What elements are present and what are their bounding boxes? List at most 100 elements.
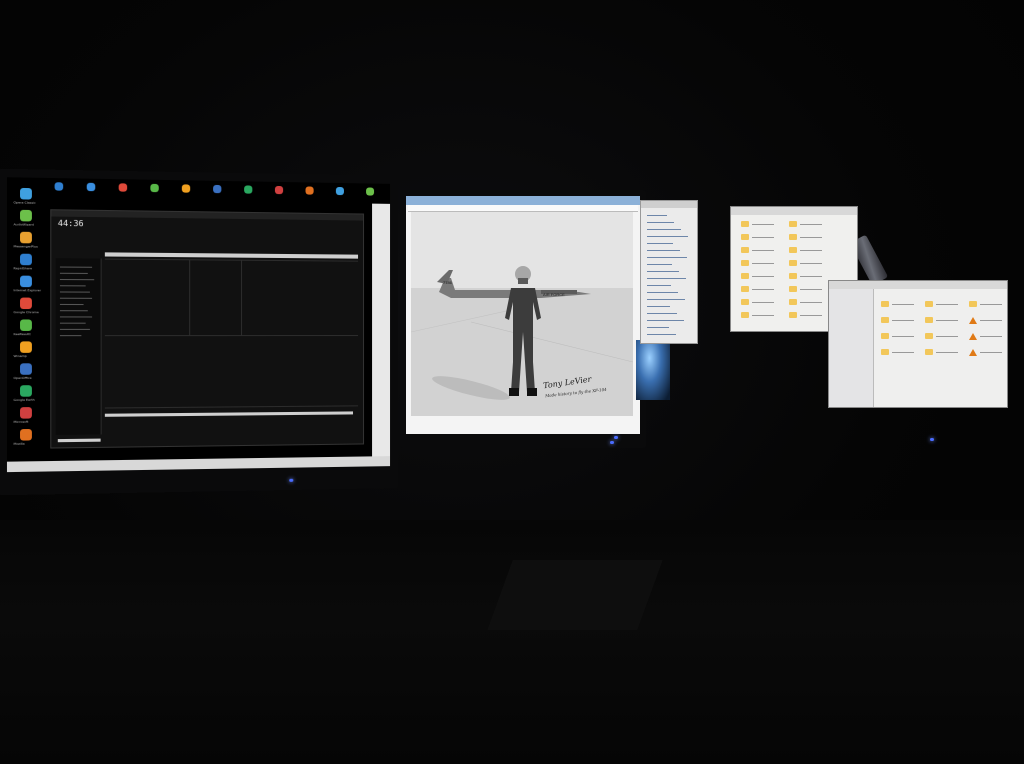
sidebar-item[interactable] [59,335,82,337]
folder-icon[interactable] [741,221,749,227]
file-explorer-window-lower[interactable] [828,280,1008,408]
desktop-icon[interactable] [20,319,32,331]
folder-icon[interactable] [741,286,749,292]
sidebar-item[interactable] [59,328,90,330]
sidebar-item[interactable] [59,291,90,293]
folder-icon[interactable] [741,312,749,318]
browser-tab-strip[interactable] [406,196,640,205]
list-item[interactable] [647,222,674,223]
folder-icon[interactable] [881,349,889,355]
list-item[interactable] [647,264,672,265]
sidebar-item[interactable] [59,310,88,312]
desktop-icon[interactable] [20,341,32,353]
list-item[interactable] [647,229,681,230]
desktop-icon-label: Google Earth [13,397,35,403]
folder-icon[interactable] [789,286,797,292]
folder-icon[interactable] [741,273,749,279]
media-player-window[interactable]: 44:36 [50,209,365,449]
sidebar-item[interactable] [59,285,86,287]
sidebar-item[interactable] [59,322,86,324]
desktop-icon[interactable] [244,185,253,194]
list-item[interactable] [647,278,686,279]
sidebar-item[interactable] [59,266,93,268]
folder-icon[interactable] [789,247,797,253]
power-led [289,478,294,482]
file-name [752,302,774,303]
list-item[interactable] [647,243,673,244]
folder-icon[interactable] [881,317,889,323]
list-item[interactable] [647,299,685,300]
folder-icon[interactable] [789,312,797,318]
sidebar-item[interactable] [59,272,88,274]
list-item[interactable] [647,313,677,314]
folder-icon[interactable] [925,301,933,307]
desktop-icon[interactable] [20,428,32,441]
list-item[interactable] [647,215,667,216]
folder-icon[interactable] [925,349,933,355]
folder-icon[interactable] [741,260,749,266]
sidebar-item[interactable] [59,316,93,318]
desktop-icon[interactable] [54,182,64,191]
desktop-icon[interactable] [20,363,32,375]
list-item[interactable] [647,327,669,328]
navigation-pane[interactable] [829,289,874,407]
desktop-icon[interactable] [366,187,375,196]
folder-icon[interactable] [741,299,749,305]
sidebar-item[interactable] [59,278,95,281]
player-title-bar[interactable] [51,210,364,221]
folder-icon[interactable] [881,301,889,307]
desktop-icon[interactable] [20,187,32,200]
list-item[interactable] [647,271,679,272]
vlc-file-icon[interactable] [969,317,977,324]
desktop-icon[interactable] [274,185,284,195]
folder-icon[interactable] [925,317,933,323]
vlc-file-icon[interactable] [969,333,977,340]
player-library-sidebar[interactable] [55,258,102,435]
folder-icon[interactable] [789,273,797,279]
list-item[interactable] [647,292,678,293]
folder-icon[interactable] [969,301,977,307]
desktop-icon[interactable] [20,209,32,222]
list-item[interactable] [647,320,684,321]
folder-icon[interactable] [741,247,749,253]
list-item[interactable] [647,285,671,286]
sidebar-item[interactable] [59,297,93,299]
folder-icon[interactable] [789,260,797,266]
file-name [936,304,958,305]
list-item[interactable] [647,306,670,307]
explorer-screen [828,280,1008,408]
desktop-icon[interactable] [305,186,314,195]
desktop-icon[interactable] [181,184,191,193]
folder-icon[interactable] [789,221,797,227]
desktop-icon[interactable] [20,297,32,310]
window-title-bar[interactable] [641,201,697,208]
folder-icon[interactable] [925,333,933,339]
desktop-icon[interactable] [20,385,32,397]
folder-icon[interactable] [789,299,797,305]
desktop-icon[interactable] [20,253,32,266]
folder-icon[interactable] [741,234,749,240]
sidebar-item[interactable] [59,303,84,306]
list-item[interactable] [647,334,676,335]
desktop-icon[interactable] [118,183,128,192]
window-title-bar[interactable] [731,207,857,215]
folder-icon[interactable] [881,333,889,339]
browser-address-bar[interactable] [408,205,638,212]
desktop-icon[interactable] [335,186,344,196]
list-item[interactable] [647,250,680,251]
folder-icon[interactable] [789,234,797,240]
desktop-icon[interactable] [20,407,32,419]
vlc-file-icon[interactable] [969,349,977,356]
desktop-icon[interactable] [150,183,159,193]
pilot-face [518,278,528,284]
desktop-icon[interactable] [20,275,32,288]
file-name [980,304,1002,305]
desktop-icon[interactable] [86,182,96,192]
desktop-icon[interactable] [213,184,222,194]
window-title-bar[interactable] [829,281,1007,289]
desktop-icon[interactable] [20,231,32,244]
list-item[interactable] [647,257,687,258]
side-window-screen[interactable] [640,200,698,344]
transport-bar[interactable] [104,411,354,417]
list-item[interactable] [647,236,688,237]
